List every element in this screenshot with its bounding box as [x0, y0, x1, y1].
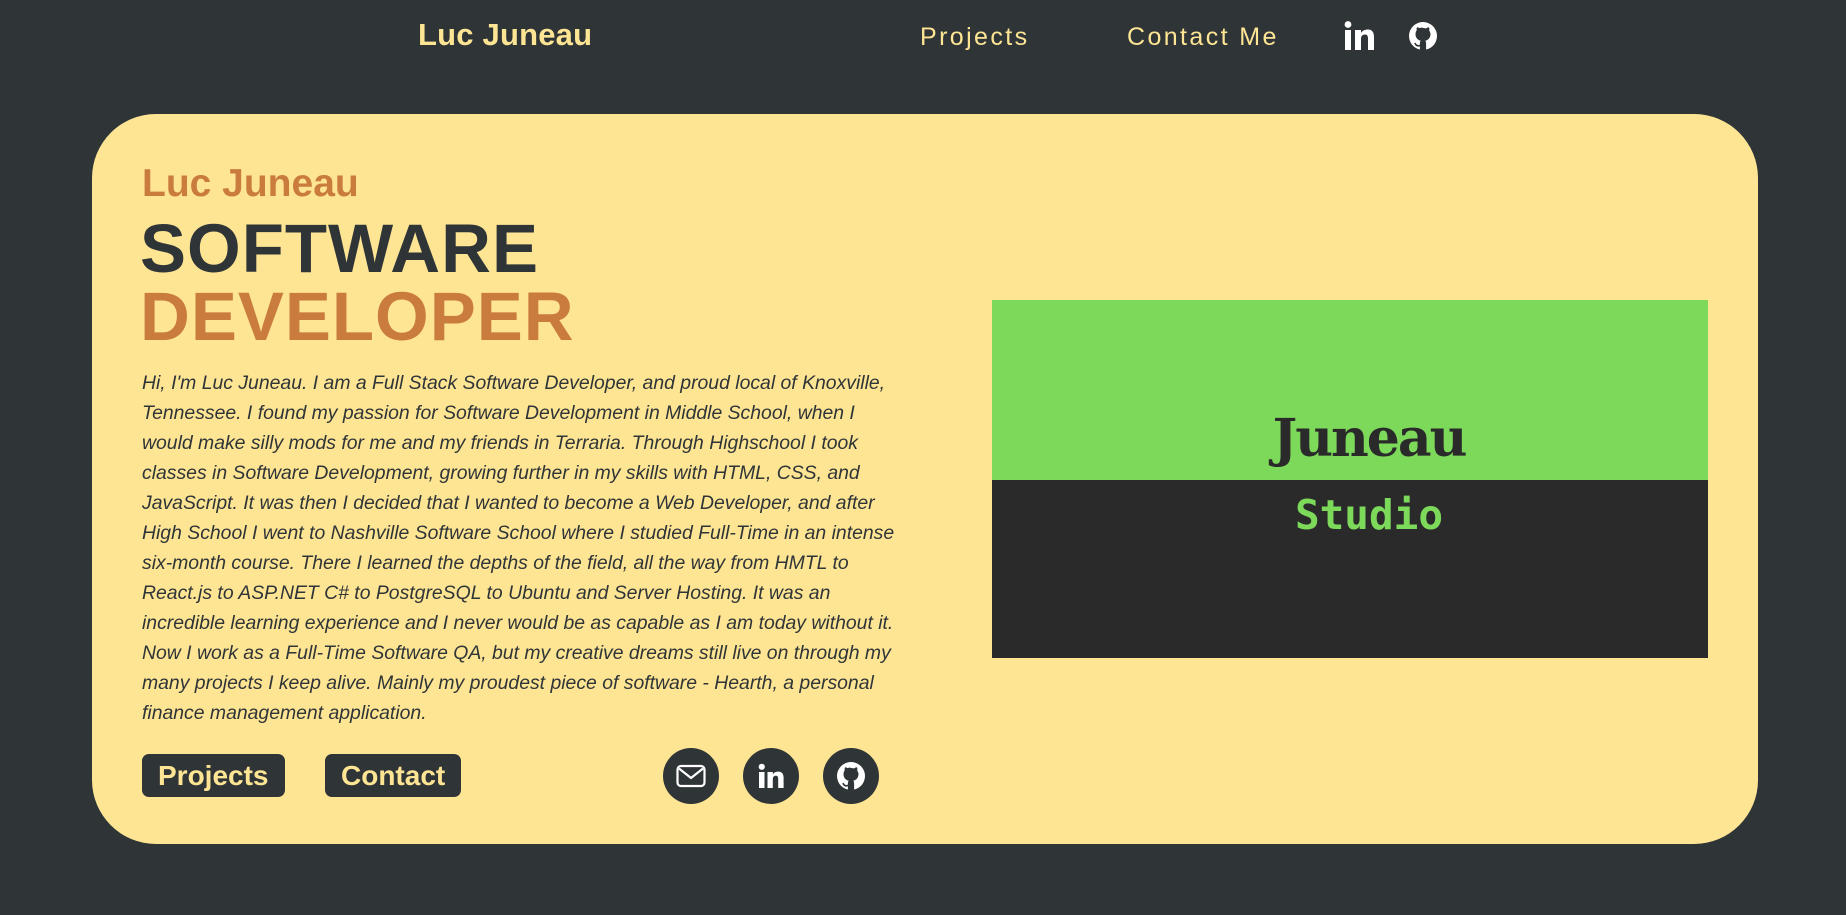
github-icon[interactable]	[1406, 19, 1440, 53]
juneau-studio-logo: Juneau Studio	[992, 300, 1708, 658]
hero-name: Luc Juneau	[142, 162, 359, 205]
github-icon	[837, 762, 865, 790]
hero-title-line2: DEVELOPER	[140, 278, 575, 355]
hero-card: Luc Juneau SOFTWARE DEVELOPER Hi, I'm Lu…	[92, 114, 1758, 844]
mail-button[interactable]	[663, 748, 719, 804]
nav-link-projects[interactable]: Projects	[920, 23, 1030, 52]
contact-button[interactable]: Contact	[325, 754, 462, 797]
top-nav: Luc Juneau Projects Contact Me	[0, 0, 1846, 76]
projects-button[interactable]: Projects	[142, 754, 285, 797]
logo-word-juneau: Juneau	[1272, 408, 1468, 469]
hero-bio: Hi, I'm Luc Juneau. I am a Full Stack So…	[142, 372, 895, 724]
brand-link[interactable]: Luc Juneau	[418, 17, 592, 53]
logo-word-studio: Studio	[1294, 491, 1444, 539]
github-button[interactable]	[823, 748, 879, 804]
linkedin-icon[interactable]	[1342, 19, 1376, 53]
nav-link-contact-me[interactable]: Contact Me	[1127, 23, 1279, 52]
linkedin-button[interactable]	[743, 748, 799, 804]
linkedin-icon	[758, 763, 784, 788]
hero-title-line1: SOFTWARE	[140, 210, 539, 287]
mail-icon	[676, 764, 706, 788]
